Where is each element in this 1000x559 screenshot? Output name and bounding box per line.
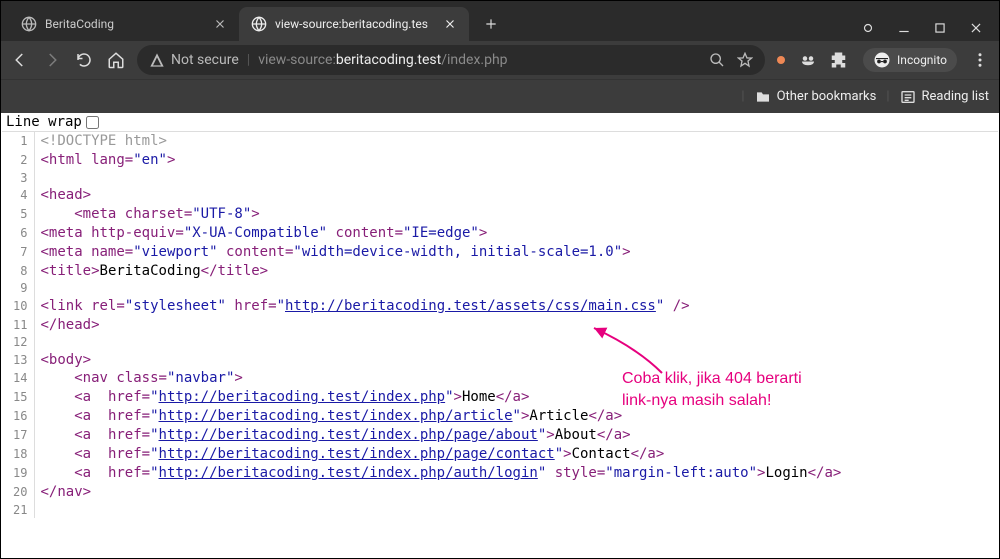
bookmark-star-icon[interactable]	[737, 52, 753, 68]
url-display: view-source:beritacoding.test/index.php	[258, 52, 507, 68]
extension-icon[interactable]	[777, 56, 785, 64]
tab-inactive[interactable]: BeritaCoding	[9, 7, 239, 41]
search-icon[interactable]	[709, 52, 725, 68]
source-line: 2<html lang="en">	[2, 151, 841, 170]
line-wrap-bar: Line wrap	[2, 113, 998, 132]
maximize-icon[interactable]	[933, 21, 947, 35]
source-line: 17 <a href="http://beritacoding.test/ind…	[2, 426, 841, 445]
circle-icon[interactable]	[861, 21, 875, 35]
tab-title: view-source:beritacoding.tes	[275, 17, 435, 31]
new-tab-button[interactable]	[477, 10, 505, 38]
extension-icon[interactable]	[799, 51, 817, 69]
source-line: 10<link rel="stylesheet" href="http://be…	[2, 297, 841, 316]
nav-link[interactable]: http://beritacoding.test/index.php	[159, 389, 446, 405]
back-icon[interactable]	[11, 51, 29, 69]
other-bookmarks-button[interactable]: Other bookmarks	[755, 89, 877, 105]
source-line: 4<head>	[2, 186, 841, 205]
source-line: 1<!DOCTYPE html>	[2, 132, 841, 151]
close-icon[interactable]	[443, 17, 457, 31]
reading-list-button[interactable]: Reading list	[900, 89, 989, 105]
folder-icon	[755, 89, 771, 105]
incognito-icon	[873, 51, 891, 69]
page-content: Line wrap 1<!DOCTYPE html> 2<html lang="…	[2, 113, 998, 557]
close-icon[interactable]	[213, 17, 227, 31]
close-window-icon[interactable]	[969, 21, 983, 35]
home-icon[interactable]	[107, 51, 125, 69]
forward-icon[interactable]	[43, 51, 61, 69]
reload-icon[interactable]	[75, 51, 93, 69]
separator: |	[741, 89, 744, 104]
bookmark-bar: | Other bookmarks | Reading list	[1, 79, 999, 113]
globe-icon	[251, 16, 267, 32]
source-line: 8<title>BeritaCoding</title>	[2, 262, 841, 281]
source-line: 7<meta name="viewport" content="width=de…	[2, 243, 841, 262]
source-line: 19 <a href="http://beritacoding.test/ind…	[2, 464, 841, 483]
reading-list-label: Reading list	[922, 89, 989, 104]
stylesheet-link[interactable]: http://beritacoding.test/assets/css/main…	[285, 298, 656, 314]
source-line: 12	[2, 334, 841, 350]
line-wrap-checkbox[interactable]	[86, 116, 99, 129]
menu-icon[interactable]	[971, 51, 989, 69]
source-line: 11</head>	[2, 316, 841, 335]
incognito-label: Incognito	[897, 53, 947, 67]
nav-link[interactable]: http://beritacoding.test/index.php/page/…	[159, 446, 555, 462]
toolbar: Not secure | view-source:beritacoding.te…	[1, 41, 999, 79]
security-chip[interactable]: Not secure	[149, 52, 239, 68]
nav-buttons	[11, 51, 125, 69]
browser-chrome: BeritaCoding view-source:beritacoding.te…	[1, 1, 999, 113]
warning-icon	[149, 52, 165, 68]
tab-strip: BeritaCoding view-source:beritacoding.te…	[1, 1, 999, 41]
nav-link[interactable]: http://beritacoding.test/index.php/auth/…	[159, 465, 538, 481]
source-line: 20</nav>	[2, 483, 841, 502]
separator: |	[886, 89, 889, 104]
tab-active[interactable]: view-source:beritacoding.tes	[239, 7, 469, 41]
minimize-icon[interactable]	[897, 21, 911, 35]
incognito-chip[interactable]: Incognito	[863, 48, 957, 72]
annotation-text: Coba klik, jika 404 berarti link-nya mas…	[622, 368, 802, 411]
source-view: 1<!DOCTYPE html> 2<html lang="en"> 3 4<h…	[2, 132, 841, 518]
address-bar[interactable]: Not secure | view-source:beritacoding.te…	[137, 45, 765, 75]
source-line: 9	[2, 280, 841, 296]
toolbar-right: Incognito	[777, 48, 989, 72]
source-line: 13<body>	[2, 351, 841, 370]
line-wrap-label: Line wrap	[6, 114, 82, 130]
globe-icon	[21, 16, 37, 32]
security-label: Not secure	[171, 52, 239, 68]
list-icon	[900, 89, 916, 105]
source-line: 5 <meta charset="UTF-8">	[2, 205, 841, 224]
window-controls	[853, 21, 999, 35]
extensions-icon[interactable]	[831, 51, 849, 69]
source-line: 21	[2, 502, 841, 518]
nav-link[interactable]: http://beritacoding.test/index.php/artic…	[159, 408, 513, 424]
other-bookmarks-label: Other bookmarks	[777, 89, 877, 104]
source-line: 6<meta http-equiv="X-UA-Compatible" cont…	[2, 224, 841, 243]
tab-title: BeritaCoding	[45, 17, 205, 31]
separator: |	[247, 52, 250, 68]
source-line: 3	[2, 170, 841, 186]
nav-link[interactable]: http://beritacoding.test/index.php/page/…	[159, 427, 538, 443]
source-line: 18 <a href="http://beritacoding.test/ind…	[2, 445, 841, 464]
